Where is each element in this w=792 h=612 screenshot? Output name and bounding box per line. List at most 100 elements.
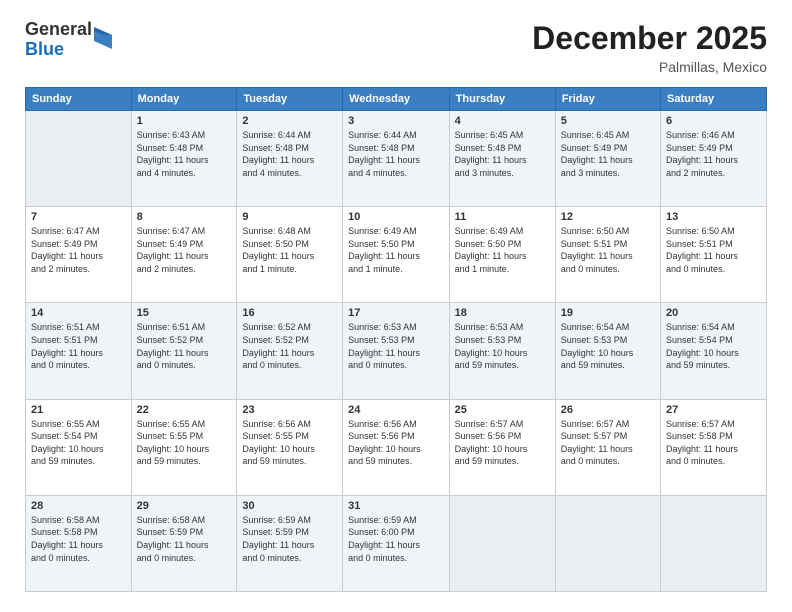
day-number: 9 [242,211,337,223]
day-info: Sunrise: 6:51 AM Sunset: 5:51 PM Dayligh… [31,321,126,371]
day-number: 29 [137,500,232,512]
day-number: 4 [455,115,550,127]
day-info: Sunrise: 6:49 AM Sunset: 5:50 PM Dayligh… [455,225,550,275]
col-header-thursday: Thursday [449,88,555,111]
day-info: Sunrise: 6:47 AM Sunset: 5:49 PM Dayligh… [31,225,126,275]
day-number: 22 [137,404,232,416]
day-cell: 1 Sunrise: 6:43 AM Sunset: 5:48 PM Daylig… [131,111,237,207]
day-info: Sunrise: 6:55 AM Sunset: 5:54 PM Dayligh… [31,418,126,468]
day-number: 30 [242,500,337,512]
day-number: 20 [666,307,761,319]
day-number: 15 [137,307,232,319]
day-info: Sunrise: 6:51 AM Sunset: 5:52 PM Dayligh… [137,321,232,371]
day-cell: 5Sunrise: 6:45 AM Sunset: 5:49 PM Daylig… [555,111,660,207]
logo-general: General [25,20,92,40]
day-number: 12 [561,211,655,223]
day-info: Sunrise: 6:52 AM Sunset: 5:52 PM Dayligh… [242,321,337,371]
title-block: December 2025 Palmillas, Mexico [532,20,767,75]
week-row-5: 28 Sunrise: 6:58 AM Sunset: 5:58 PM Dayli… [26,495,767,591]
location: Palmillas, Mexico [532,59,767,75]
day-cell: 19Sunrise: 6:54 AM Sunset: 5:53 PM Dayli… [555,303,660,399]
day-info: Sunrise: 6:54 AM Sunset: 5:54 PM Dayligh… [666,321,761,371]
day-number: 23 [242,404,337,416]
day-cell: 21 Sunrise: 6:55 AM Sunset: 5:54 PM Dayli… [26,399,132,495]
day-cell: 31 Sunrise: 6:59 AM Sunset: 6:00 PM Dayli… [343,495,450,591]
col-header-saturday: Saturday [661,88,767,111]
day-info: Sunrise: 6:45 AM Sunset: 5:49 PM Dayligh… [561,129,655,179]
day-cell: 23 Sunrise: 6:56 AM Sunset: 5:55 PM Dayli… [237,399,343,495]
day-cell: 27 Sunrise: 6:57 AM Sunset: 5:58 PM Dayli… [661,399,767,495]
header-row: SundayMondayTuesdayWednesdayThursdayFrid… [26,88,767,111]
col-header-monday: Monday [131,88,237,111]
day-number: 10 [348,211,444,223]
day-info: Sunrise: 6:53 AM Sunset: 5:53 PM Dayligh… [455,321,550,371]
day-info: Sunrise: 6:43 AM Sunset: 5:48 PM Dayligh… [137,129,232,179]
day-cell: 24Sunrise: 6:56 AM Sunset: 5:56 PM Dayli… [343,399,450,495]
day-info: Sunrise: 6:48 AM Sunset: 5:50 PM Dayligh… [242,225,337,275]
calendar-header: SundayMondayTuesdayWednesdayThursdayFrid… [26,88,767,111]
day-info: Sunrise: 6:57 AM Sunset: 5:58 PM Dayligh… [666,418,761,468]
day-info: Sunrise: 6:44 AM Sunset: 5:48 PM Dayligh… [348,129,444,179]
day-number: 19 [561,307,655,319]
logo-blue: Blue [25,40,92,60]
day-info: Sunrise: 6:57 AM Sunset: 5:56 PM Dayligh… [455,418,550,468]
week-row-3: 14 Sunrise: 6:51 AM Sunset: 5:51 PM Dayli… [26,303,767,399]
day-info: Sunrise: 6:57 AM Sunset: 5:57 PM Dayligh… [561,418,655,468]
day-cell [26,111,132,207]
day-number: 24 [348,404,444,416]
day-cell [449,495,555,591]
col-header-sunday: Sunday [26,88,132,111]
day-cell: 20 Sunrise: 6:54 AM Sunset: 5:54 PM Dayli… [661,303,767,399]
page: General Blue December 2025 Palmillas, Me… [0,0,792,612]
day-cell: 29 Sunrise: 6:58 AM Sunset: 5:59 PM Dayli… [131,495,237,591]
day-cell: 26 Sunrise: 6:57 AM Sunset: 5:57 PM Dayli… [555,399,660,495]
day-cell: 9 Sunrise: 6:48 AM Sunset: 5:50 PM Daylig… [237,207,343,303]
day-info: Sunrise: 6:59 AM Sunset: 6:00 PM Dayligh… [348,514,444,564]
day-info: Sunrise: 6:50 AM Sunset: 5:51 PM Dayligh… [666,225,761,275]
day-info: Sunrise: 6:58 AM Sunset: 5:59 PM Dayligh… [137,514,232,564]
day-cell: 28 Sunrise: 6:58 AM Sunset: 5:58 PM Dayli… [26,495,132,591]
day-cell: 17 Sunrise: 6:53 AM Sunset: 5:53 PM Dayli… [343,303,450,399]
day-number: 11 [455,211,550,223]
day-cell: 30 Sunrise: 6:59 AM Sunset: 5:59 PM Dayli… [237,495,343,591]
day-cell: 13 Sunrise: 6:50 AM Sunset: 5:51 PM Dayli… [661,207,767,303]
day-info: Sunrise: 6:53 AM Sunset: 5:53 PM Dayligh… [348,321,444,371]
day-number: 2 [242,115,337,127]
day-cell: 8Sunrise: 6:47 AM Sunset: 5:49 PM Daylig… [131,207,237,303]
day-number: 26 [561,404,655,416]
logo: General Blue [25,20,112,60]
day-cell: 14 Sunrise: 6:51 AM Sunset: 5:51 PM Dayli… [26,303,132,399]
day-info: Sunrise: 6:45 AM Sunset: 5:48 PM Dayligh… [455,129,550,179]
day-number: 14 [31,307,126,319]
month-title: December 2025 [532,20,767,57]
day-info: Sunrise: 6:56 AM Sunset: 5:55 PM Dayligh… [242,418,337,468]
calendar-body: 1 Sunrise: 6:43 AM Sunset: 5:48 PM Daylig… [26,111,767,592]
day-number: 25 [455,404,550,416]
day-number: 16 [242,307,337,319]
day-number: 1 [137,115,232,127]
day-cell: 7Sunrise: 6:47 AM Sunset: 5:49 PM Daylig… [26,207,132,303]
day-number: 21 [31,404,126,416]
day-cell: 4 Sunrise: 6:45 AM Sunset: 5:48 PM Daylig… [449,111,555,207]
day-info: Sunrise: 6:47 AM Sunset: 5:49 PM Dayligh… [137,225,232,275]
calendar-table: SundayMondayTuesdayWednesdayThursdayFrid… [25,87,767,592]
day-cell: 25 Sunrise: 6:57 AM Sunset: 5:56 PM Dayli… [449,399,555,495]
day-cell: 16 Sunrise: 6:52 AM Sunset: 5:52 PM Dayli… [237,303,343,399]
day-cell: 18Sunrise: 6:53 AM Sunset: 5:53 PM Dayli… [449,303,555,399]
day-number: 27 [666,404,761,416]
day-number: 31 [348,500,444,512]
day-info: Sunrise: 6:49 AM Sunset: 5:50 PM Dayligh… [348,225,444,275]
col-header-wednesday: Wednesday [343,88,450,111]
day-cell: 3 Sunrise: 6:44 AM Sunset: 5:48 PM Daylig… [343,111,450,207]
week-row-4: 21 Sunrise: 6:55 AM Sunset: 5:54 PM Dayli… [26,399,767,495]
day-number: 3 [348,115,444,127]
day-number: 28 [31,500,126,512]
day-number: 13 [666,211,761,223]
col-header-tuesday: Tuesday [237,88,343,111]
day-number: 6 [666,115,761,127]
day-number: 17 [348,307,444,319]
day-info: Sunrise: 6:59 AM Sunset: 5:59 PM Dayligh… [242,514,337,564]
day-cell: 22Sunrise: 6:55 AM Sunset: 5:55 PM Dayli… [131,399,237,495]
day-info: Sunrise: 6:58 AM Sunset: 5:58 PM Dayligh… [31,514,126,564]
day-cell: 6Sunrise: 6:46 AM Sunset: 5:49 PM Daylig… [661,111,767,207]
